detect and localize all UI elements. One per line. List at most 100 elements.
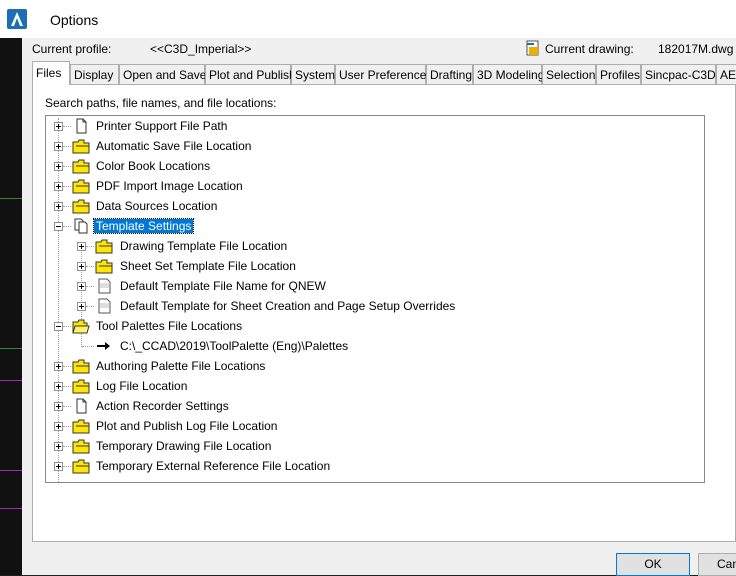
tree-item-label: Drawing Template File Location bbox=[120, 239, 288, 253]
tree-item-template-settings[interactable]: Template Settings bbox=[46, 216, 696, 236]
tree-item-drawing-template[interactable]: Drawing Template File Location bbox=[46, 236, 696, 256]
tree-connector bbox=[63, 466, 71, 468]
dwg-file-icon bbox=[95, 278, 113, 294]
tree-item-data-sources[interactable]: Data Sources Location bbox=[46, 196, 696, 216]
tree-connector bbox=[63, 226, 71, 228]
page-icon bbox=[72, 118, 90, 134]
tab-sincpac-c3d[interactable]: Sincpac-C3D bbox=[641, 64, 716, 84]
tree-item-plot-publish-log[interactable]: Plot and Publish Log File Location bbox=[46, 416, 696, 436]
tree-item-pdf-import[interactable]: PDF Import Image Location bbox=[46, 176, 696, 196]
collapse-icon[interactable] bbox=[54, 222, 63, 231]
tree-item-label: Printer Support File Path bbox=[96, 119, 228, 133]
tab-display[interactable]: Display bbox=[70, 64, 119, 84]
expand-icon[interactable] bbox=[54, 422, 63, 431]
cad-line bbox=[0, 348, 22, 349]
cad-line bbox=[0, 198, 22, 199]
expand-icon[interactable] bbox=[77, 302, 86, 311]
tab-selection[interactable]: Selection bbox=[542, 64, 596, 84]
tree-connector bbox=[63, 326, 71, 328]
tab-3d-modeling[interactable]: 3D Modeling bbox=[473, 64, 544, 84]
files-panel: Search paths, file names, and file locat… bbox=[32, 84, 736, 542]
folder-icon bbox=[72, 438, 90, 454]
folder-icon bbox=[95, 238, 113, 254]
profile-row: Current profile: <<C3D_Imperial>> Curren… bbox=[32, 40, 733, 58]
tree-item-qnew-template[interactable]: Default Template File Name for QNEW bbox=[46, 276, 696, 296]
folder-icon bbox=[72, 178, 90, 194]
current-profile-value: <<C3D_Imperial>> bbox=[150, 42, 252, 56]
tree-connector bbox=[63, 406, 71, 408]
tree-item-label: Authoring Palette File Locations bbox=[96, 359, 266, 373]
tree-item-label: Sheet Set Template File Location bbox=[120, 259, 296, 273]
expand-icon[interactable] bbox=[54, 382, 63, 391]
tab-drafting[interactable]: Drafting bbox=[426, 64, 473, 84]
tree-connector bbox=[86, 266, 94, 268]
expand-icon[interactable] bbox=[54, 462, 63, 471]
tree-item-label: Log File Location bbox=[96, 379, 188, 393]
tree-item-printer-support[interactable]: Printer Support File Path bbox=[46, 116, 696, 136]
tree-connector bbox=[63, 366, 71, 368]
tree-item-label: PDF Import Image Location bbox=[96, 179, 243, 193]
tree-item-label: Action Recorder Settings bbox=[96, 399, 229, 413]
tree-item-label: Color Book Locations bbox=[96, 159, 211, 173]
tree-item-label: Tool Palettes File Locations bbox=[96, 319, 243, 333]
tree-connector bbox=[63, 146, 71, 148]
expand-icon[interactable] bbox=[54, 122, 63, 131]
folder-icon bbox=[72, 138, 90, 154]
tree-item-label: Data Sources Location bbox=[96, 199, 218, 213]
tab-files[interactable]: Files bbox=[32, 61, 70, 85]
tree-connector bbox=[63, 426, 71, 428]
panel-heading: Search paths, file names, and file locat… bbox=[45, 96, 277, 110]
expand-icon[interactable] bbox=[77, 242, 86, 251]
tree-item-automatic-save[interactable]: Automatic Save File Location bbox=[46, 136, 696, 156]
expand-icon[interactable] bbox=[54, 182, 63, 191]
tree-item-temp-drawing[interactable]: Temporary Drawing File Location bbox=[46, 436, 696, 456]
tab-aec[interactable]: AEC bbox=[716, 64, 736, 84]
tree-connector bbox=[63, 166, 71, 168]
tree-connector bbox=[63, 446, 71, 448]
tree-item-color-book[interactable]: Color Book Locations bbox=[46, 156, 696, 176]
tab-open-and-save[interactable]: Open and Save bbox=[119, 64, 206, 84]
tab-plot-and-publish[interactable]: Plot and Publish bbox=[205, 64, 296, 84]
tab-strip: Files Display Open and Save Plot and Pub… bbox=[32, 61, 736, 85]
tree-item-sheet-creation-template[interactable]: Default Template for Sheet Creation and … bbox=[46, 296, 696, 316]
expand-icon[interactable] bbox=[54, 202, 63, 211]
tree-item-palettes-path[interactable]: C:\_CCAD\2019\ToolPalette (Eng)\Palettes bbox=[46, 336, 696, 356]
expand-icon[interactable] bbox=[54, 162, 63, 171]
tab-user-preferences[interactable]: User Preferences bbox=[335, 64, 432, 84]
drawing-icon bbox=[525, 40, 541, 56]
tree-item-temp-xref[interactable]: Temporary External Reference File Locati… bbox=[46, 456, 696, 476]
expand-icon[interactable] bbox=[77, 262, 86, 271]
cad-line bbox=[0, 470, 22, 471]
tab-system[interactable]: System bbox=[291, 64, 335, 84]
tree-item-authoring-palette[interactable]: Authoring Palette File Locations bbox=[46, 356, 696, 376]
folder-icon bbox=[72, 158, 90, 174]
expand-icon[interactable] bbox=[54, 362, 63, 371]
expand-icon[interactable] bbox=[54, 142, 63, 151]
tab-profiles[interactable]: Profiles bbox=[596, 64, 641, 84]
tree-item-label: Default Template File Name for QNEW bbox=[120, 279, 326, 293]
tree-connector bbox=[86, 306, 94, 308]
tree-item-tool-palettes[interactable]: Tool Palettes File Locations bbox=[46, 316, 696, 336]
tree-connector bbox=[63, 186, 71, 188]
tree-item-label: Temporary External Reference File Locati… bbox=[96, 459, 331, 473]
tree-item-action-recorder[interactable]: Action Recorder Settings bbox=[46, 396, 696, 416]
window-title: Options bbox=[50, 12, 99, 28]
tree-connector bbox=[86, 286, 94, 288]
file-locations-tree[interactable]: Printer Support File Path Automatic Save… bbox=[45, 115, 705, 483]
tree-item-log-file[interactable]: Log File Location bbox=[46, 376, 696, 396]
cancel-button[interactable]: Cancel bbox=[698, 553, 736, 576]
expand-icon[interactable] bbox=[54, 402, 63, 411]
cad-line bbox=[0, 380, 22, 381]
tree-item-sheet-set-template[interactable]: Sheet Set Template File Location bbox=[46, 256, 696, 276]
folder-icon bbox=[95, 258, 113, 274]
expand-icon[interactable] bbox=[54, 442, 63, 451]
cad-line bbox=[0, 508, 22, 509]
collapse-icon[interactable] bbox=[54, 322, 63, 331]
expand-icon[interactable] bbox=[77, 282, 86, 291]
ok-button[interactable]: OK bbox=[616, 553, 690, 576]
options-dialog: Options Current profile: <<C3D_Imperial>… bbox=[0, 0, 736, 576]
tree-connector bbox=[86, 246, 94, 248]
tree-item-label: Default Template for Sheet Creation and … bbox=[120, 299, 456, 313]
tree-connector bbox=[63, 126, 71, 128]
path-arrow-icon bbox=[95, 338, 113, 354]
